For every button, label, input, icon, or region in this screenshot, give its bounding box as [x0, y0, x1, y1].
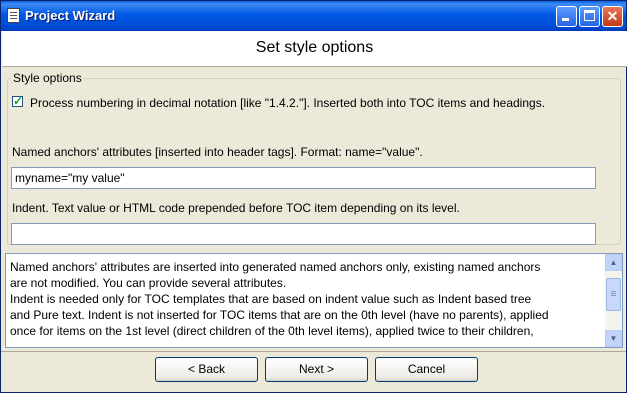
- indent-input[interactable]: [11, 223, 596, 245]
- chevron-up-icon: ▲: [609, 258, 618, 267]
- info-text: Named anchors' attributes are inserted i…: [10, 259, 602, 339]
- scroll-up-button[interactable]: ▲: [605, 254, 622, 271]
- info-line: are not modified. You can provide severa…: [10, 276, 287, 290]
- title-bar[interactable]: Project Wizard ✕: [1, 1, 626, 31]
- info-scrollbar[interactable]: ▲ ▼: [605, 254, 622, 347]
- minimize-icon: [562, 18, 569, 21]
- indent-label: Indent. Text value or HTML code prepende…: [12, 201, 460, 215]
- check-icon: ✓: [13, 94, 24, 108]
- footer-divider: [1, 351, 626, 352]
- anchors-label: Named anchors' attributes [inserted into…: [12, 145, 423, 159]
- scroll-down-button[interactable]: ▼: [605, 330, 622, 347]
- scroll-thumb[interactable]: [606, 278, 621, 311]
- cancel-button[interactable]: Cancel: [375, 357, 478, 382]
- info-line: Named anchors' attributes are inserted i…: [10, 260, 541, 274]
- maximize-icon: [584, 10, 595, 21]
- info-panel[interactable]: Named anchors' attributes are inserted i…: [5, 253, 623, 348]
- minimize-button[interactable]: [556, 6, 577, 27]
- page-title: Set style options: [255, 39, 374, 56]
- group-label: Style options: [11, 71, 84, 85]
- info-line: and Pure text. Indent is not inserted fo…: [10, 308, 549, 322]
- chevron-down-icon: ▼: [609, 334, 618, 343]
- process-numbering-checkbox[interactable]: ✓: [12, 94, 24, 108]
- back-button[interactable]: < Back: [155, 357, 258, 382]
- wizard-header: Set style options: [2, 31, 627, 67]
- maximize-button[interactable]: [579, 6, 600, 27]
- window-title: Project Wizard: [25, 8, 116, 23]
- info-line: once for items on the 1st level (direct …: [10, 324, 534, 338]
- wizard-window: Project Wizard ✕ Set style options Style…: [0, 0, 627, 393]
- info-line: Indent is needed only for TOC templates …: [10, 292, 532, 306]
- close-button[interactable]: ✕: [602, 6, 623, 27]
- anchors-input[interactable]: [11, 167, 596, 189]
- document-icon: [7, 8, 20, 23]
- close-icon: ✕: [606, 8, 619, 24]
- process-numbering-label[interactable]: Process numbering in decimal notation [l…: [30, 96, 545, 110]
- next-button[interactable]: Next >: [265, 357, 368, 382]
